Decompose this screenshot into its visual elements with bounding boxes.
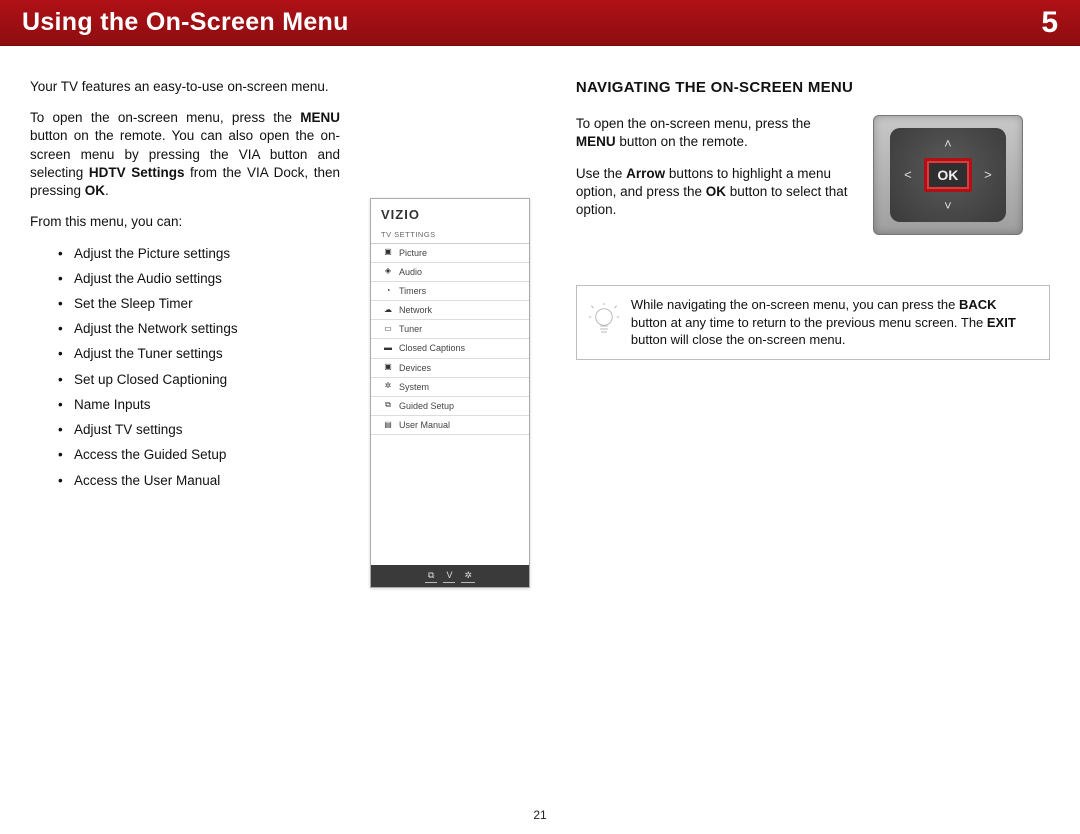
list-item: Set the Sleep Timer	[58, 295, 340, 313]
panel-item-network: ☁ Network	[371, 301, 529, 320]
panel-item-timers: ◔ Timers	[371, 282, 529, 301]
arrow-down-icon: ˅	[924, 192, 972, 220]
panel-item-tuner: ▭ Tuner	[371, 320, 529, 339]
panel-section-label: TV SETTINGS	[371, 228, 529, 244]
system-icon: ✲	[383, 382, 393, 392]
ok-button: OK	[924, 158, 972, 192]
vizio-logo: VIZIO	[371, 199, 529, 228]
from-this-menu: From this menu, you can:	[30, 213, 340, 231]
hdtv-settings-bold: HDTV Settings	[89, 165, 185, 180]
arrow-para: Use the Arrow buttons to highlight a men…	[576, 165, 851, 220]
chapter-number: 5	[1041, 6, 1058, 40]
cc-icon: ▬	[383, 343, 393, 353]
tuner-icon: ▭	[383, 324, 393, 334]
list-item: Name Inputs	[58, 396, 340, 414]
intro-text: Your TV features an easy-to-use on-scree…	[30, 78, 340, 96]
panel-item-system: ✲ System	[371, 378, 529, 397]
back-bold: BACK	[959, 297, 997, 312]
list-item: Adjust TV settings	[58, 421, 340, 439]
content-area: Your TV features an easy-to-use on-scree…	[0, 46, 1080, 497]
arrow-left-icon: ˂	[892, 158, 924, 192]
footer-icon: V	[443, 569, 455, 583]
panel-item-cc: ▬ Closed Captions	[371, 339, 529, 358]
text-fragment: To open the on-screen menu, press the	[30, 110, 300, 125]
panel-item-label: Devices	[399, 362, 431, 374]
right-column: NAVIGATING THE ON-SCREEN MENU To open th…	[576, 78, 1050, 497]
panel-item-label: Network	[399, 304, 432, 316]
text-fragment: button on the remote.	[616, 134, 748, 149]
section-heading: NAVIGATING THE ON-SCREEN MENU	[576, 78, 1050, 98]
tip-box: While navigating the on-screen menu, you…	[576, 285, 1050, 360]
nav-text: To open the on-screen menu, press the ME…	[576, 115, 851, 235]
panel-item-audio: ◈ Audio	[371, 263, 529, 282]
panel-item-guided: ⧉ Guided Setup	[371, 397, 529, 416]
nav-row: To open the on-screen menu, press the ME…	[576, 115, 1050, 235]
picture-icon: ▣	[383, 248, 393, 258]
footer-icon: ⧉	[425, 569, 437, 583]
list-item: Adjust the Picture settings	[58, 245, 340, 263]
open-para: To open the on-screen menu, press the ME…	[576, 115, 851, 151]
dpad: ˄ ˂ OK ˃ ˅	[890, 128, 1006, 222]
remote-dpad-image: ˄ ˂ OK ˃ ˅	[873, 115, 1023, 235]
tip-text: While navigating the on-screen menu, you…	[631, 297, 959, 312]
text-fragment: .	[105, 183, 109, 198]
panel-items: ▣Picture ◈Audio ◔Timers ☁Network ▭Tuner …	[371, 244, 529, 435]
list-item: Access the User Manual	[58, 472, 340, 490]
tip-text: button at any time to return to the prev…	[631, 315, 987, 330]
page-title: Using the On-Screen Menu	[22, 8, 349, 37]
list-item: Adjust the Network settings	[58, 320, 340, 338]
panel-item-label: Tuner	[399, 323, 422, 335]
chapter-header: Using the On-Screen Menu 5	[0, 0, 1080, 46]
audio-icon: ◈	[383, 267, 393, 277]
list-item: Access the Guided Setup	[58, 446, 340, 464]
tv-settings-panel: VIZIO TV SETTINGS ▣ Picture ◈ Audio ◔ Timer…	[370, 198, 530, 588]
list-item: Set up Closed Captioning	[58, 371, 340, 389]
panel-item-label: System	[399, 381, 429, 393]
menu-bold: MENU	[300, 110, 340, 125]
open-instructions: To open the on-screen menu, press the ME…	[30, 109, 340, 200]
ok-bold: OK	[706, 184, 726, 199]
panel-item-label: Guided Setup	[399, 400, 454, 412]
text-fragment: To open the on-screen menu, press the	[576, 116, 811, 131]
tip-text: button will close the on-screen menu.	[631, 332, 846, 347]
manual-icon: ▤	[383, 420, 393, 430]
list-item: Adjust the Tuner settings	[58, 345, 340, 363]
capabilities-list: Adjust the Picture settings Adjust the A…	[58, 245, 340, 490]
panel-item-manual: ▤ User Manual	[371, 416, 529, 435]
arrow-bold: Arrow	[626, 166, 665, 181]
panel-item-picture: ▣ Picture	[371, 244, 529, 263]
guided-icon: ⧉	[383, 401, 393, 411]
lightbulb-icon	[589, 303, 619, 343]
network-icon: ☁	[383, 305, 393, 315]
panel-item-devices: ▣ Devices	[371, 359, 529, 378]
panel-item-label: Timers	[399, 285, 426, 297]
list-item: Adjust the Audio settings	[58, 270, 340, 288]
panel-item-label: Picture	[399, 247, 427, 259]
panel-item-label: Audio	[399, 266, 422, 278]
panel-footer: ⧉ V ✲	[371, 565, 529, 587]
menu-bold: MENU	[576, 134, 616, 149]
timer-icon: ◔	[383, 286, 393, 296]
arrow-up-icon: ˄	[924, 130, 972, 158]
footer-icon: ✲	[461, 569, 475, 583]
panel-item-label: Closed Captions	[399, 342, 465, 354]
arrow-right-icon: ˃	[972, 158, 1004, 192]
left-column: Your TV features an easy-to-use on-scree…	[30, 78, 536, 497]
panel-item-label: User Manual	[399, 419, 450, 431]
ok-bold: OK	[85, 183, 105, 198]
text-fragment: Use the	[576, 166, 626, 181]
devices-icon: ▣	[383, 363, 393, 373]
page-number: 21	[0, 808, 1080, 822]
exit-bold: EXIT	[987, 315, 1016, 330]
